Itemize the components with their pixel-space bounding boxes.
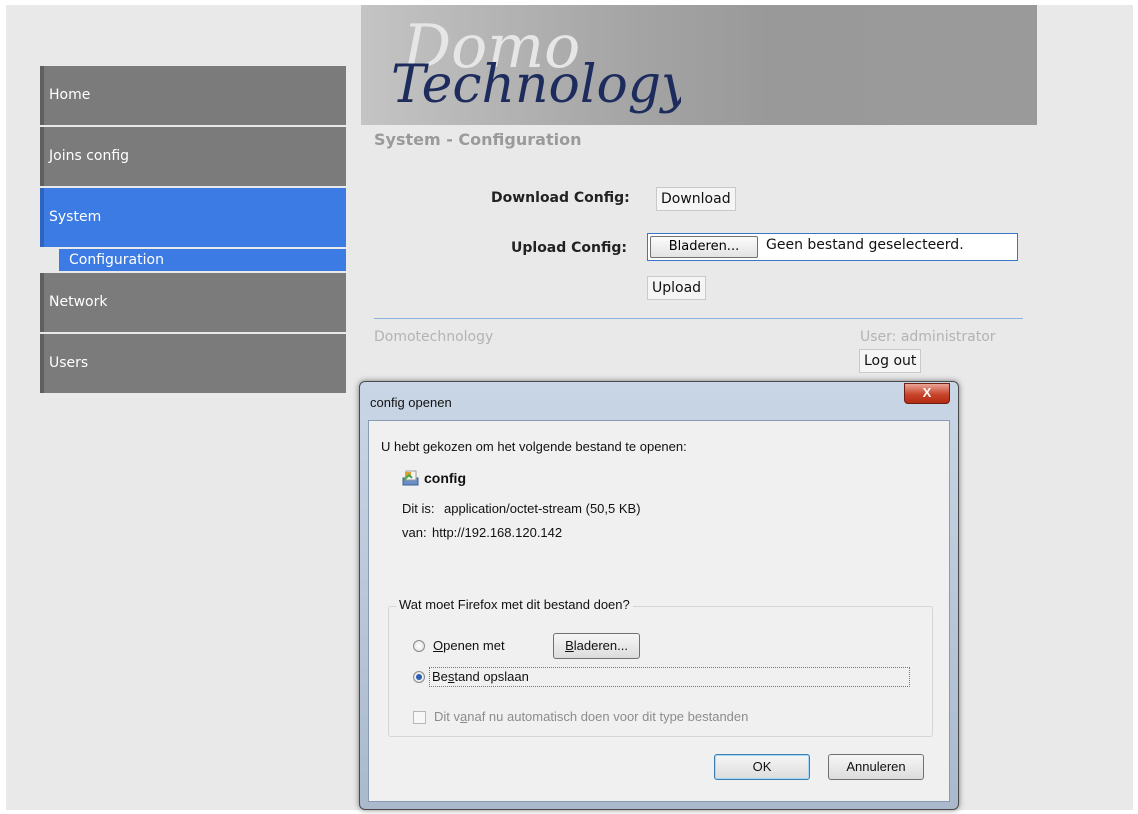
dialog-intro: U hebt gekozen om het volgende bestand t… [381, 439, 687, 454]
sidebar-item-home[interactable]: Home [40, 66, 346, 125]
sidebar-item-system[interactable]: System [40, 188, 346, 247]
footer-user: User: administrator [860, 329, 996, 345]
download-config-label: Download Config: [491, 190, 630, 206]
sidebar-item-network[interactable]: Network [40, 273, 346, 332]
file-status-text: Geen bestand geselecteerd. [766, 237, 964, 253]
dialog-browse-button[interactable]: Bladeren... [553, 633, 640, 659]
sidebar-item-users[interactable]: Users [40, 334, 346, 393]
file-source-value: http://192.168.120.142 [432, 525, 563, 540]
header-banner: Domo Technology [361, 5, 1037, 125]
open-with-label: Openen met [433, 638, 505, 653]
download-button[interactable]: Download [656, 187, 736, 211]
upload-button[interactable]: Upload [647, 276, 707, 300]
dialog-title: config openen [370, 395, 452, 410]
svg-text:Technology: Technology [391, 55, 681, 115]
open-with-radio[interactable] [413, 640, 425, 652]
close-icon[interactable]: X [904, 383, 950, 404]
auto-action-label: Dit vanaf nu automatisch doen voor dit t… [434, 709, 749, 724]
auto-action-checkbox[interactable] [413, 711, 426, 724]
file-browse-button[interactable]: Bladeren... [650, 236, 758, 258]
page-title: System - Configuration [374, 130, 582, 149]
logout-button[interactable]: Log out [859, 349, 922, 373]
sidebar-subitem-configuration[interactable]: Configuration [54, 249, 346, 271]
ok-button[interactable]: OK [714, 754, 810, 780]
file-type-label: Dit is: [402, 501, 435, 516]
domo-technology-logo: Domo Technology [391, 12, 681, 115]
sidebar: Home Joins config System Configuration N… [40, 66, 346, 395]
file-type-value: application/octet-stream (50,5 KB) [444, 501, 641, 516]
save-file-label: Bestand opslaan [432, 669, 529, 684]
file-input[interactable]: Bladeren... Geen bestand geselecteerd. [647, 233, 1018, 261]
file-open-dialog: config openen X U hebt gekozen om het vo… [359, 381, 959, 810]
dialog-filename: config [424, 470, 466, 486]
file-type-icon [402, 470, 419, 486]
dialog-body: U hebt gekozen om het volgende bestand t… [368, 420, 950, 802]
save-file-radio[interactable] [413, 671, 425, 683]
file-source-label: van: [402, 525, 427, 540]
action-group-legend: Wat moet Firefox met dit bestand doen? [396, 597, 633, 612]
footer-divider [374, 318, 1023, 319]
upload-config-label: Upload Config: [511, 240, 628, 256]
cancel-button[interactable]: Annuleren [828, 754, 924, 780]
footer-company: Domotechnology [374, 329, 494, 345]
sidebar-item-joins-config[interactable]: Joins config [40, 127, 346, 186]
